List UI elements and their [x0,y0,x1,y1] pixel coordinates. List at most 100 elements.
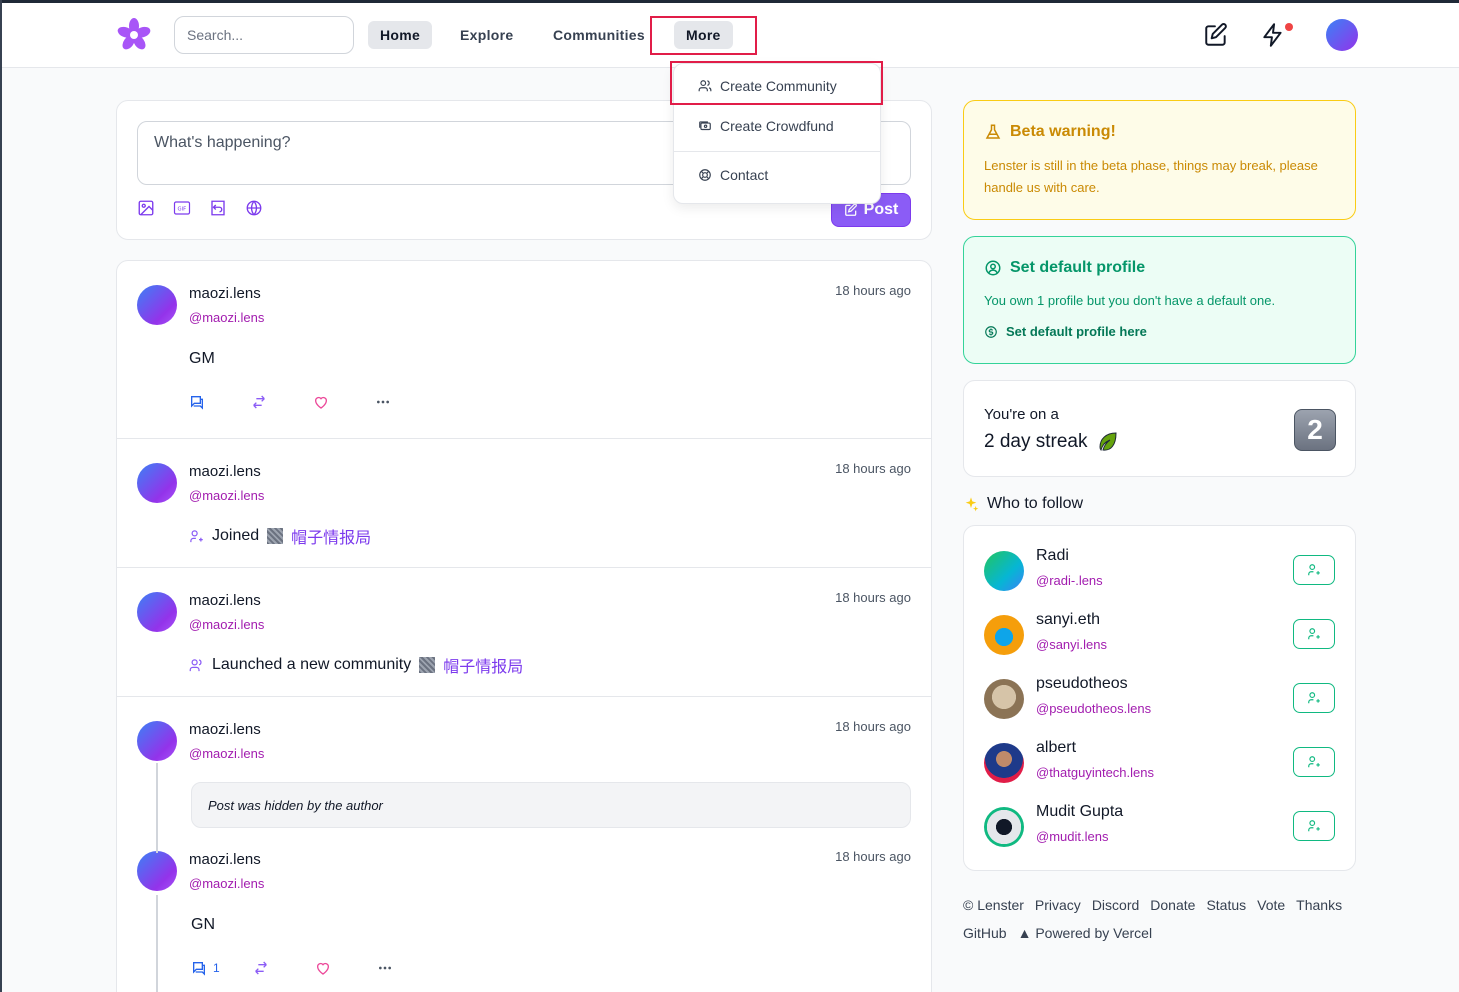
notifications-bolt-icon[interactable] [1260,22,1286,48]
post-timestamp[interactable]: 18 hours ago [835,283,911,298]
avatar[interactable] [137,463,177,503]
nav-communities[interactable]: Communities [541,21,657,49]
new-post-icon[interactable] [1203,22,1229,48]
nav-explore[interactable]: Explore [448,21,525,49]
menu-create-crowdfund[interactable]: Create Crowdfund [674,108,880,144]
avatar[interactable] [137,592,177,632]
launched-community-meta: Launched a new community 帽子情报局 [189,653,523,677]
avatar[interactable] [984,551,1024,591]
footer-link-vote[interactable]: Vote [1257,897,1285,913]
avatar[interactable] [137,721,177,761]
beta-warning-text: Lenster is still in the beta phase, thin… [984,158,1318,195]
user-add-icon [190,529,203,542]
suggestion-name[interactable]: Mudit Gupta [1036,803,1123,821]
footer-powered-by-vercel[interactable]: ▲ Powered by Vercel [1018,925,1152,941]
feed-thread[interactable]: maozi.lens @maozi.lens 18 hours ago maoz… [117,697,931,992]
feed-item[interactable]: maozi.lens @maozi.lens 18 hours ago Laun… [117,568,931,697]
svg-text:GIF: GIF [178,206,187,212]
globe-icon[interactable] [245,199,263,217]
post-author-handle[interactable]: @maozi.lens [189,310,264,325]
post-actions: 1 [191,960,439,976]
follow-button[interactable] [1293,619,1335,649]
like-button[interactable] [315,960,377,976]
follow-suggestion[interactable]: pseudotheos @pseudotheos.lens [984,667,1336,731]
post-author-handle[interactable]: @maozi.lens [189,617,264,632]
follow-button[interactable] [1293,747,1335,777]
comment-icon [193,962,205,976]
image-icon[interactable] [137,199,155,217]
lenster-logo-icon[interactable] [116,18,152,52]
post-author-handle[interactable]: @maozi.lens [189,488,264,503]
post-author-name[interactable]: maozi.lens [189,851,261,868]
user-avatar[interactable] [1326,19,1358,51]
mirror-button[interactable] [253,960,315,976]
footer-link-donate[interactable]: Donate [1150,897,1195,913]
more-options-button[interactable] [375,394,437,410]
post-author-name[interactable]: maozi.lens [189,592,261,609]
heart-icon [317,962,329,975]
suggestion-handle[interactable]: @sanyi.lens [1036,637,1107,652]
suggestion-handle[interactable]: @thatguyintech.lens [1036,765,1154,780]
feed-item[interactable]: maozi.lens @maozi.lens 18 hours ago GM [117,261,931,439]
users-icon [189,658,202,671]
footer-link-github[interactable]: GitHub [963,925,1007,941]
footer-link-thanks[interactable]: Thanks [1296,897,1342,913]
post-timestamp[interactable]: 18 hours ago [835,461,911,476]
follow-button[interactable] [1293,683,1335,713]
suggestion-name[interactable]: albert [1036,739,1076,757]
footer-link-status[interactable]: Status [1206,897,1246,913]
follow-suggestion[interactable]: sanyi.eth @sanyi.lens [984,603,1336,667]
follow-button[interactable] [1293,555,1335,585]
suggestion-name[interactable]: sanyi.eth [1036,611,1100,629]
community-link[interactable]: 帽子情报局 [443,653,523,677]
suggestion-name[interactable]: Radi [1036,547,1069,565]
post-content: GM [189,350,215,367]
gif-icon[interactable]: GIF [173,199,191,217]
suggestion-handle[interactable]: @pseudotheos.lens [1036,701,1151,716]
highlight-create-community-box [670,61,883,105]
comment-icon [191,396,203,410]
meta-action-text: Launched a new community [212,656,412,673]
menu-contact[interactable]: Contact [674,157,880,193]
post-timestamp[interactable]: 18 hours ago [835,719,911,734]
avatar[interactable] [984,679,1024,719]
post-author-handle[interactable]: @maozi.lens [189,876,264,891]
follow-suggestion[interactable]: albert @thatguyintech.lens [984,731,1336,795]
like-button[interactable] [313,394,375,410]
comment-button[interactable]: 1 [191,960,253,976]
avatar[interactable] [984,615,1024,655]
avatar[interactable] [984,743,1024,783]
post-author-handle[interactable]: @maozi.lens [189,746,264,761]
suggestion-handle[interactable]: @radi-.lens [1036,573,1103,588]
mirror-icon [255,961,267,975]
search-input[interactable] [174,16,354,54]
follow-suggestion[interactable]: Radi @radi-.lens [984,539,1336,603]
set-default-profile-link[interactable]: Set default profile here [984,324,1147,339]
nav-home[interactable]: Home [368,21,433,49]
post-author-name[interactable]: maozi.lens [189,463,261,480]
notification-dot [1285,23,1293,31]
follow-button[interactable] [1293,811,1335,841]
post-author-name[interactable]: maozi.lens [189,285,261,302]
post-timestamp[interactable]: 18 hours ago [835,849,911,864]
suggestion-handle[interactable]: @mudit.lens [1036,829,1108,844]
collect-module-icon[interactable] [209,199,227,217]
follow-suggestion[interactable]: Mudit Gupta @mudit.lens [984,795,1336,859]
feed-item[interactable]: maozi.lens @maozi.lens 18 hours ago Join… [117,439,931,568]
avatar[interactable] [984,807,1024,847]
more-options-button[interactable] [377,960,439,976]
post-author-name[interactable]: maozi.lens [189,721,261,738]
community-avatar [267,528,284,544]
post-timestamp[interactable]: 18 hours ago [835,590,911,605]
mirror-button[interactable] [251,394,313,410]
streak-card: You're on a 2 day streak 2 [963,380,1356,477]
avatar[interactable] [137,285,177,325]
footer-copyright[interactable]: © Lenster [963,897,1024,913]
footer-link-privacy[interactable]: Privacy [1035,897,1081,913]
avatar[interactable] [137,851,177,891]
who-to-follow-list: Radi @radi-.lens sanyi.eth @sanyi.lens p… [963,525,1356,871]
community-link[interactable]: 帽子情报局 [291,524,371,548]
suggestion-name[interactable]: pseudotheos [1036,675,1128,693]
comment-button[interactable] [189,394,251,410]
footer-link-discord[interactable]: Discord [1092,897,1139,913]
